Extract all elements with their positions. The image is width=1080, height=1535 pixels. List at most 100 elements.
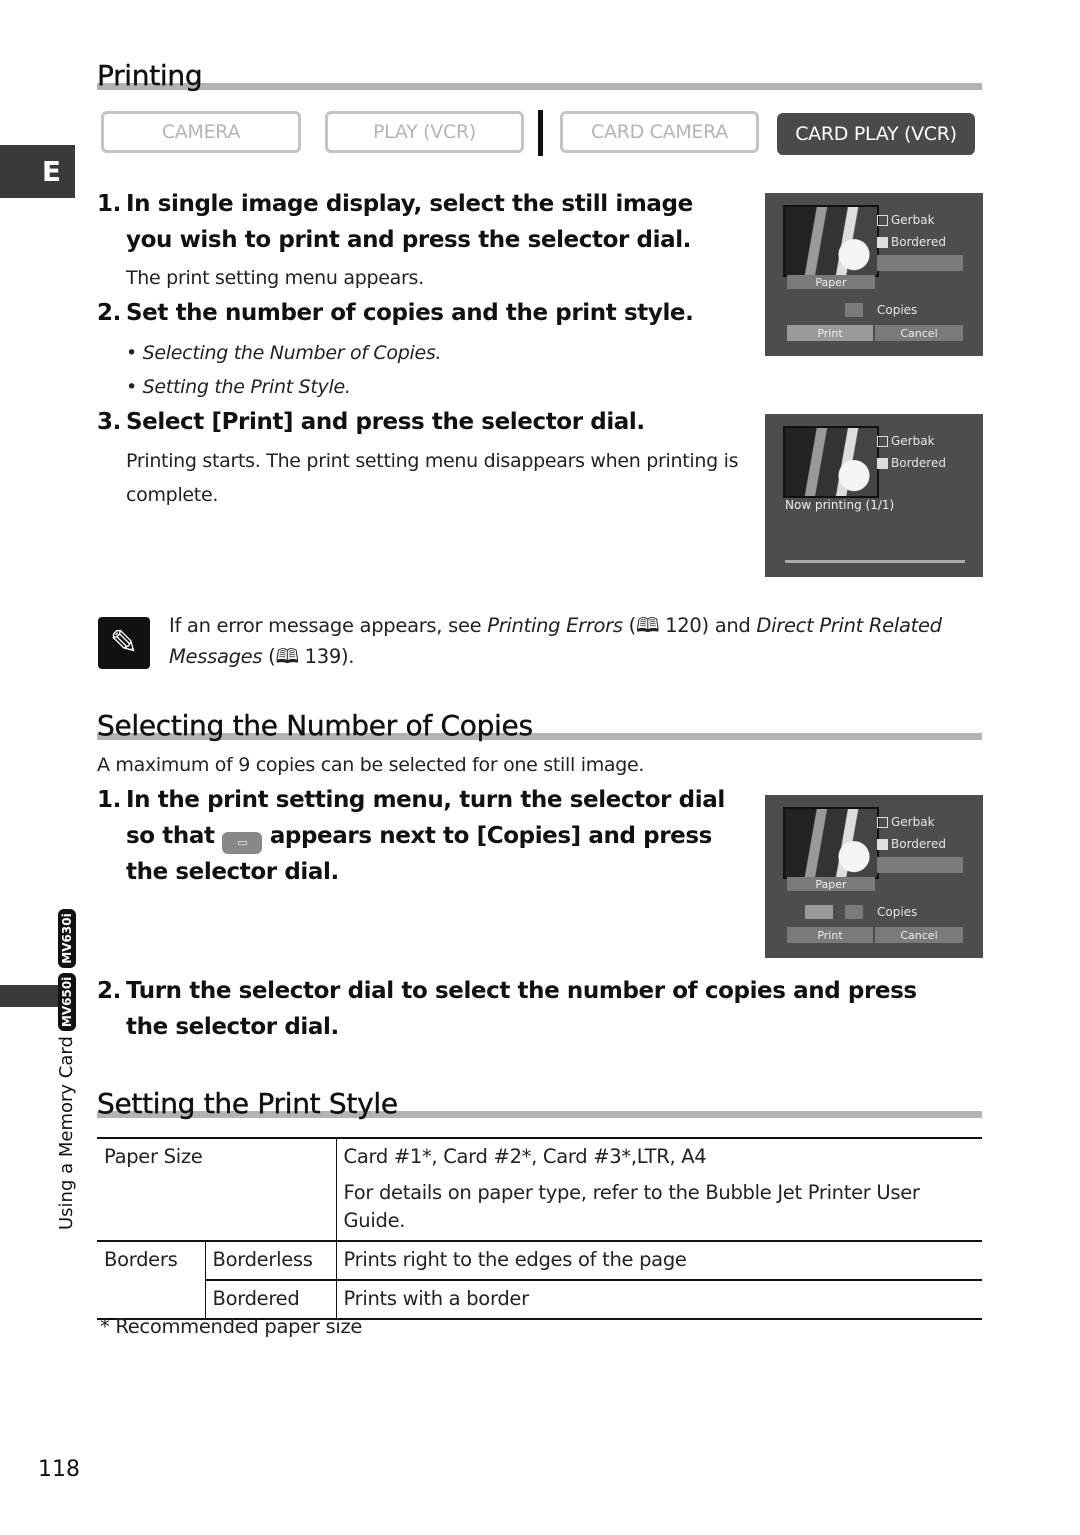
step-number: 3. [97, 409, 121, 435]
copies-step-2: 2. Turn the selector dial to select the … [97, 973, 957, 1045]
bullet-link-print-style[interactable]: Setting the Print Style. [143, 376, 351, 398]
footnote: * Recommended paper size [100, 1315, 363, 1338]
screen-paper-bar: Paper [787, 275, 875, 289]
table-cell-desc: Prints with a border [336, 1280, 982, 1320]
mode-play-vcr: PLAY (VCR) [325, 111, 524, 153]
ref-page: 139 [304, 645, 342, 668]
mode-separator [538, 110, 543, 156]
photo-thumbnail [783, 807, 879, 879]
option-label: Bordered [891, 837, 946, 851]
table-cell-option: Borderless [205, 1241, 337, 1281]
screen-bar [877, 255, 963, 271]
copies-label: Copies [877, 905, 918, 919]
table-row: Borders Borderless Prints right to the e… [97, 1241, 982, 1320]
copies-heading: Selecting the Number of Copies [97, 709, 982, 742]
copies-label: Copies [877, 303, 918, 317]
step-text: In the print setting menu, turn the sele… [97, 782, 737, 890]
option-row: Gerbak [877, 815, 935, 829]
step-text: Turn the selector dial to select the num… [126, 978, 917, 1040]
step-text: In single image display, select the stil… [126, 191, 693, 253]
print-style-title: Setting the Print Style [97, 1087, 398, 1120]
screen-bar [877, 857, 963, 873]
option-row: Bordered [877, 837, 946, 851]
ref-printing-errors[interactable]: Printing Errors [487, 614, 623, 637]
paper-size-detail: For details on paper type, refer to the … [343, 1181, 920, 1232]
printing-message: Now printing (1/1) [785, 498, 895, 512]
copies-step-1: 1. In the print setting menu, turn the s… [97, 782, 737, 890]
option-row: Gerbak [877, 213, 935, 227]
checkbox-icon [877, 435, 888, 447]
bullet-link-copies[interactable]: Selecting the Number of Copies. [143, 342, 442, 364]
step-number: 1. [97, 787, 121, 813]
copies-count [845, 905, 863, 919]
note-prefix: If an error message appears, see [169, 614, 488, 637]
checkbox-icon [877, 214, 888, 226]
table-cell-option: Bordered [205, 1280, 337, 1320]
screen-cancel-button: Cancel [875, 325, 963, 341]
note-middle: ) and [701, 614, 757, 637]
table-cell-label: Borders [97, 1241, 206, 1320]
mode-card-camera: CARD CAMERA [560, 111, 759, 153]
copies-intro: A maximum of 9 copies can be selected fo… [97, 754, 645, 776]
copies-count [845, 303, 863, 317]
side-section-label: Using a Memory Card MV650i MV630i [56, 909, 77, 1230]
printing-step-1: 1. In single image display, select the s… [97, 186, 727, 258]
mode-camera: CAMERA [101, 111, 301, 153]
bullet-item: • Setting the Print Style. [126, 376, 351, 398]
language-tab-label: E [41, 155, 61, 188]
printing-step-2: 2. Set the number of copies and the prin… [97, 295, 737, 331]
option-label: Gerbak [891, 434, 935, 448]
option-label: Bordered [891, 235, 946, 249]
option-label: Gerbak [891, 815, 935, 829]
step-text: Set the number of copies and the print s… [126, 300, 694, 326]
bullet-item: • Selecting the Number of Copies. [126, 342, 442, 364]
model-badge: MV630i [57, 909, 76, 968]
printing-heading: Printing [97, 59, 982, 92]
screen-print-button: Print [787, 325, 873, 341]
printing-progress-screenshot: Gerbak Bordered Now printing (1/1) [765, 414, 983, 577]
model-badge: MV650i [57, 972, 76, 1032]
table-row: Paper Size Card #1*, Card #2*, Card #3*,… [97, 1137, 982, 1242]
photo-thumbnail [783, 426, 879, 498]
checkbox-icon [877, 236, 888, 248]
progress-line [785, 560, 965, 563]
printing-title: Printing [97, 59, 203, 92]
mode-card-play-vcr: CARD PLAY (VCR) [777, 113, 975, 155]
screen-cancel-button: Cancel [875, 927, 963, 943]
side-label-text: Using a Memory Card [56, 1036, 77, 1230]
printing-step-1-detail: The print setting menu appears. [126, 267, 424, 289]
language-tab: E [0, 145, 75, 198]
ref-page: 120 [665, 614, 702, 637]
copies-menu-screenshot: Gerbak Bordered Paper Copies Print Cance… [765, 795, 983, 958]
option-row: Gerbak [877, 434, 935, 448]
print-style-heading: Setting the Print Style [97, 1087, 982, 1120]
copies-select-icon: ▭ [222, 832, 263, 854]
selector-indicator [805, 905, 833, 919]
checkbox-icon [877, 816, 888, 828]
checkbox-icon [877, 838, 888, 850]
print-menu-screenshot: Gerbak Bordered Paper Copies Print Cance… [765, 193, 983, 356]
step-number: 1. [97, 191, 121, 217]
note-suffix: ). [340, 645, 355, 668]
heading-rule [97, 83, 982, 90]
option-label: Bordered [891, 456, 946, 470]
screen-paper-bar: Paper [787, 877, 875, 891]
screen-print-button: Print [787, 927, 873, 943]
book-icon: 🕮 [275, 644, 299, 668]
printing-step-3: 3. Select [Print] and press the selector… [97, 404, 737, 440]
table-cell-label: Paper Size [97, 1137, 337, 1242]
note-pencil-icon: ✎ [98, 617, 150, 669]
step-text: Select [Print] and press the selector di… [126, 409, 645, 435]
page-number: 118 [38, 1457, 80, 1482]
option-row: Bordered [877, 235, 946, 249]
table-cell-desc: Card #1*, Card #2*, Card #3*,LTR, A4 For… [336, 1137, 982, 1242]
printing-step-3-detail: Printing starts. The print setting menu … [126, 450, 739, 506]
step-number: 2. [97, 300, 121, 326]
table-row: Bordered Prints with a border [97, 1280, 982, 1320]
checkbox-icon [877, 457, 888, 469]
option-row: Bordered [877, 456, 946, 470]
option-label: Gerbak [891, 213, 935, 227]
copies-title: Selecting the Number of Copies [97, 709, 533, 742]
paper-size-values: Card #1*, Card #2*, Card #3*,LTR, A4 [343, 1145, 707, 1168]
step-number: 2. [97, 978, 121, 1004]
